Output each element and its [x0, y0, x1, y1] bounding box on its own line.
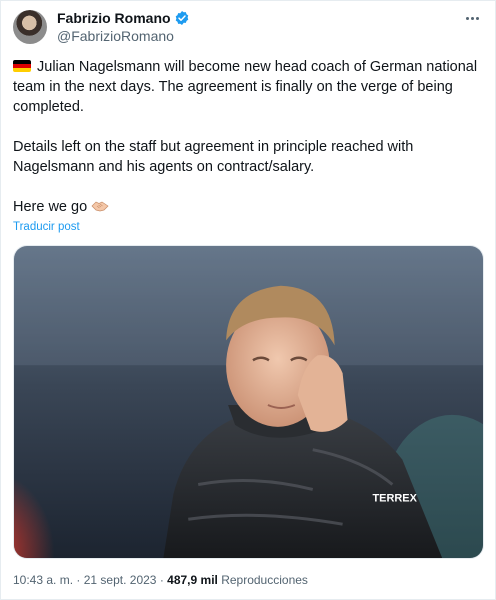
- tweet-paragraph: Julian Nagelsmann will become new head c…: [13, 57, 481, 117]
- avatar[interactable]: [13, 10, 47, 44]
- author-display-name[interactable]: Fabrizio Romano: [57, 10, 171, 26]
- handshake-icon: [91, 201, 109, 212]
- views-label: Reproducciones: [221, 573, 308, 587]
- author-name-row: Fabrizio Romano: [57, 10, 190, 26]
- tweet-photo[interactable]: TERREX: [13, 245, 484, 559]
- verified-badge-icon: [175, 11, 188, 25]
- tweet-date[interactable]: 21 sept. 2023: [84, 573, 157, 587]
- translate-post-link[interactable]: Traducir post: [13, 221, 80, 233]
- tweet-text: Julian Nagelsmann will become new head c…: [13, 57, 481, 237]
- jacket-brand-label: TERREX: [372, 492, 417, 504]
- tweet-meta: 10:43 a. m. · 21 sept. 2023 · 487,9 mil …: [13, 573, 308, 587]
- tweet-time[interactable]: 10:43 a. m.: [13, 573, 73, 587]
- meta-separator: ·: [159, 573, 164, 587]
- tweet-paragraph: Here we go: [13, 197, 481, 217]
- tweet-card: Fabrizio Romano @FabrizioRomano Julian N…: [0, 0, 496, 600]
- germany-flag-icon: [13, 60, 31, 72]
- more-options-icon[interactable]: [463, 11, 481, 25]
- tweet-paragraph-3: Here we go: [13, 199, 88, 215]
- meta-separator: ·: [76, 573, 81, 587]
- tweet-paragraph-1: Julian Nagelsmann will become new head c…: [13, 59, 478, 115]
- views-count: 487,9 mil: [167, 573, 218, 587]
- author-handle[interactable]: @FabrizioRomano: [57, 28, 174, 44]
- tweet-paragraph-2: Details left on the staff but agreement …: [13, 139, 414, 175]
- coach-photo: TERREX: [14, 246, 483, 558]
